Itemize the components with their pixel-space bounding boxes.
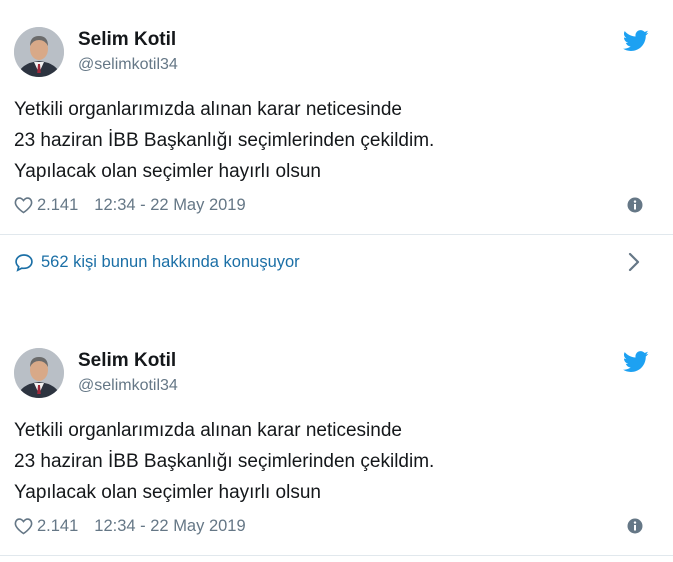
tweet-timestamp[interactable]: 12:34 - 22 May 2019 [94, 196, 245, 215]
tweet-text-line: Yapılacak olan seçimler hayırlı olsun [14, 161, 321, 182]
twitter-bird-icon[interactable] [623, 351, 649, 373]
tweet-card: Selim Kotil @selimkotil34 Yetkili organl… [0, 0, 673, 294]
author-name[interactable]: Selim Kotil [78, 29, 176, 51]
divider [0, 555, 673, 556]
tweet-text: Yetkili organlarımızda alınan karar neti… [14, 415, 434, 508]
tweet-text-line: Yetkili organlarımızda alınan karar neti… [14, 99, 402, 120]
tweet-meta: 2.141 12:34 - 22 May 2019 [14, 194, 246, 216]
twitter-bird-icon[interactable] [623, 30, 649, 52]
info-icon[interactable] [627, 197, 643, 213]
chevron-right-icon[interactable] [627, 252, 641, 272]
tweet-text-line: 23 haziran İBB Başkanlığı seçimlerinden … [14, 130, 435, 151]
heart-icon[interactable] [14, 196, 33, 214]
tweet-text-line: 23 haziran İBB Başkanlığı seçimlerinden … [14, 451, 435, 472]
conversation-label[interactable]: 562 kişi bunun hakkında konuşuyor [41, 253, 300, 272]
info-icon[interactable] [627, 518, 643, 534]
author-handle[interactable]: @selimkotil34 [78, 377, 178, 395]
avatar[interactable] [14, 348, 64, 398]
tweet-text: Yetkili organlarımızda alınan karar neti… [14, 94, 434, 187]
divider [0, 234, 673, 235]
avatar[interactable] [14, 27, 64, 77]
like-count[interactable]: 2.141 [37, 196, 78, 215]
speech-bubble-icon [15, 253, 33, 272]
tweet-card: Selim Kotil @selimkotil34 Yetkili organl… [0, 318, 673, 562]
author-name[interactable]: Selim Kotil [78, 350, 176, 372]
like-count[interactable]: 2.141 [37, 517, 78, 536]
author-handle[interactable]: @selimkotil34 [78, 56, 178, 74]
tweet-timestamp[interactable]: 12:34 - 22 May 2019 [94, 517, 245, 536]
tweet-text-line: Yapılacak olan seçimler hayırlı olsun [14, 482, 321, 503]
conversation-link[interactable]: 562 kişi bunun hakkında konuşuyor [14, 251, 300, 273]
tweet-meta: 2.141 12:34 - 22 May 2019 [14, 515, 246, 537]
tweet-text-line: Yetkili organlarımızda alınan karar neti… [14, 420, 402, 441]
heart-icon[interactable] [14, 517, 33, 535]
